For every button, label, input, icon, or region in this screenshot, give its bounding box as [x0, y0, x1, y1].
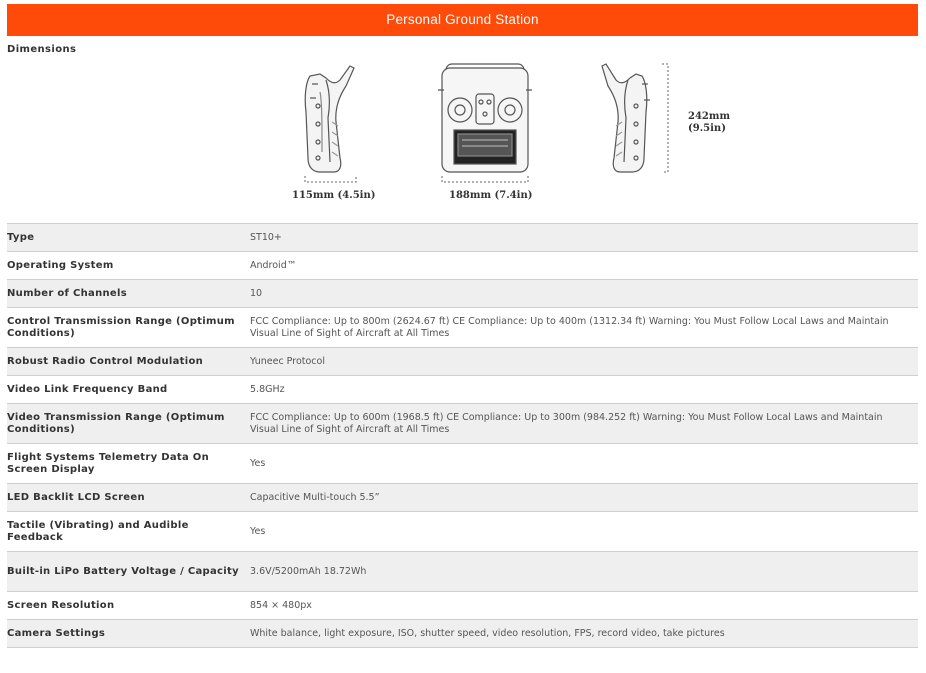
height-in-label: (9.5in) — [688, 123, 726, 134]
spec-value: FCC Compliance: Up to 800m (2624.67 ft) … — [250, 307, 918, 348]
spec-table: Type ST10+ Operating System Android™ Num… — [7, 223, 918, 648]
spec-key: Flight Systems Telemetry Data On Screen … — [7, 443, 250, 484]
side-width-label: 115mm (4.5in) — [292, 190, 376, 201]
spec-value: White balance, light exposure, ISO, shut… — [250, 619, 918, 648]
spec-value: 10 — [250, 279, 918, 308]
table-row: Video Transmission Range (Optimum Condit… — [7, 403, 918, 444]
spec-value: 3.6V/5200mAh 18.72Wh — [250, 551, 918, 592]
dimensions-figure: 115mm (4.5in) 188mm (7.4in) 242mm (9.5in… — [0, 56, 926, 206]
spec-key: Control Transmission Range (Optimum Cond… — [7, 307, 250, 348]
spec-key: Tactile (Vibrating) and Audible Feedback — [7, 511, 250, 552]
spec-key: Video Transmission Range (Optimum Condit… — [7, 403, 250, 444]
controller-side-view-left — [304, 65, 357, 183]
spec-key: Screen Resolution — [7, 591, 250, 620]
table-row: LED Backlit LCD Screen Capacitive Multi-… — [7, 483, 918, 512]
spec-value: ST10+ — [250, 223, 918, 252]
spec-key: Video Link Frequency Band — [7, 375, 250, 404]
spec-value: Yes — [250, 511, 918, 552]
table-row: Flight Systems Telemetry Data On Screen … — [7, 443, 918, 484]
table-row: Number of Channels 10 — [7, 279, 918, 308]
table-row: Camera Settings White balance, light exp… — [7, 619, 918, 648]
spec-value: FCC Compliance: Up to 600m (1968.5 ft) C… — [250, 403, 918, 444]
spec-value: 854 × 480px — [250, 591, 918, 620]
spec-value: Yuneec Protocol — [250, 347, 918, 376]
spec-key: Built-in LiPo Battery Voltage / Capacity — [7, 551, 250, 592]
table-row: Type ST10+ — [7, 223, 918, 252]
table-row: Robust Radio Control Modulation Yuneec P… — [7, 347, 918, 376]
spec-value: Capacitive Multi-touch 5.5” — [250, 483, 918, 512]
table-row: Screen Resolution 854 × 480px — [7, 591, 918, 620]
controller-side-view-right — [601, 63, 669, 173]
spec-key: LED Backlit LCD Screen — [7, 483, 250, 512]
table-row: Control Transmission Range (Optimum Cond… — [7, 307, 918, 348]
spec-key: Robust Radio Control Modulation — [7, 347, 250, 376]
page: Personal Ground Station Dimensions 115mm… — [0, 0, 926, 673]
table-row: Video Link Frequency Band 5.8GHz — [7, 375, 918, 404]
front-width-label: 188mm (7.4in) — [449, 190, 533, 201]
spec-key: Number of Channels — [7, 279, 250, 308]
spec-key: Type — [7, 223, 250, 252]
table-row: Built-in LiPo Battery Voltage / Capacity… — [7, 551, 918, 592]
spec-key: Camera Settings — [7, 619, 250, 648]
table-row: Operating System Android™ — [7, 251, 918, 280]
controller-front-view — [438, 63, 532, 183]
dimensions-heading: Dimensions — [7, 44, 77, 55]
section-banner: Personal Ground Station — [7, 4, 918, 36]
spec-value: Yes — [250, 443, 918, 484]
table-row: Tactile (Vibrating) and Audible Feedback… — [7, 511, 918, 552]
spec-value: Android™ — [250, 251, 918, 280]
spec-key: Operating System — [7, 251, 250, 280]
height-mm-label: 242mm — [688, 111, 731, 122]
spec-value: 5.8GHz — [250, 375, 918, 404]
